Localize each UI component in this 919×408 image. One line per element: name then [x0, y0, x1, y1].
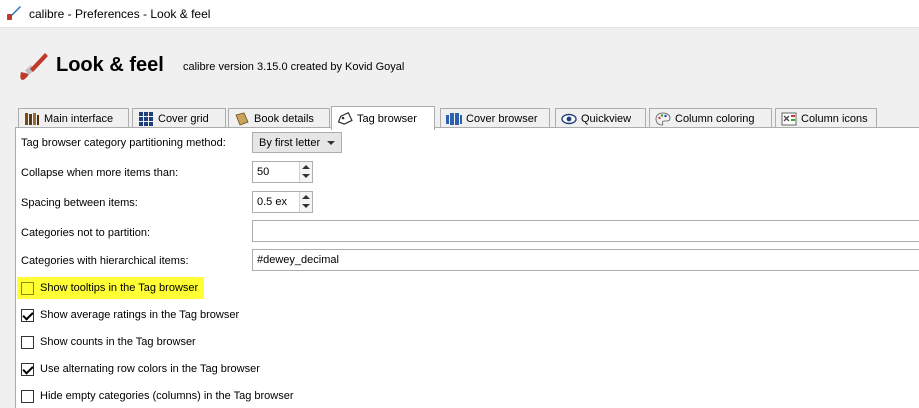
show-counts-checkbox[interactable]: Show counts in the Tag browser	[21, 333, 196, 351]
tab-label: Column icons	[801, 113, 868, 125]
checkbox-box[interactable]	[21, 335, 34, 349]
spacing-label: Spacing between items:	[21, 197, 138, 209]
window-titlebar: calibre - Preferences - Look & feel	[0, 0, 919, 28]
partition-method-label: Tag browser category partitioning method…	[21, 137, 226, 149]
checkbox-label: Show average ratings in the Tag browser	[40, 309, 240, 321]
tab-column-coloring[interactable]: Column coloring	[649, 108, 772, 129]
book-icon	[235, 112, 249, 126]
hide-empty-categories-checkbox[interactable]: Hide empty categories (columns) in the T…	[21, 387, 294, 405]
grid-icon	[139, 112, 153, 126]
checkbox-box[interactable]	[21, 362, 34, 376]
collapse-label: Collapse when more items than:	[21, 167, 179, 179]
eye-icon	[561, 113, 577, 125]
tab-column-icons[interactable]: Column icons	[775, 108, 877, 129]
checkbox-label: Show counts in the Tag browser	[40, 336, 196, 348]
window-title: calibre - Preferences - Look & feel	[29, 7, 211, 21]
tab-label: Column coloring	[675, 113, 755, 125]
hierarchical-input[interactable]: #dewey_decimal	[252, 249, 919, 271]
collapse-spinbox[interactable]: 50	[252, 161, 313, 183]
checkbox-box[interactable]	[21, 281, 34, 295]
checkbox-box[interactable]	[21, 389, 34, 403]
checkbox-box[interactable]	[21, 308, 34, 322]
hierarchical-label: Categories with hierarchical items:	[21, 255, 189, 267]
chevron-down-icon	[327, 141, 335, 145]
spin-down-icon[interactable]	[302, 204, 310, 208]
tab-main-interface[interactable]: Main interface	[18, 108, 129, 129]
calibre-app-icon	[7, 6, 21, 20]
palette-icon	[655, 112, 671, 126]
tab-quickview[interactable]: Quickview	[555, 108, 646, 129]
tab-cover-grid[interactable]: Cover grid	[132, 108, 226, 129]
tab-book-details[interactable]: Book details	[228, 108, 330, 129]
spacing-spinbox[interactable]: 0.5 ex	[252, 191, 313, 213]
spin-buttons[interactable]	[299, 162, 312, 182]
books-icon	[25, 113, 39, 125]
checkbox-label: Hide empty categories (columns) in the T…	[40, 390, 294, 402]
partition-method-select[interactable]: By first letter	[252, 132, 342, 153]
spin-up-icon[interactable]	[302, 195, 310, 199]
show-average-ratings-checkbox[interactable]: Show average ratings in the Tag browser	[21, 306, 239, 324]
hierarchical-value: #dewey_decimal	[257, 254, 339, 266]
spin-down-icon[interactable]	[302, 174, 310, 178]
look-and-feel-icon	[20, 53, 48, 80]
spin-up-icon[interactable]	[302, 165, 310, 169]
tab-label: Tag browser	[357, 112, 417, 125]
tab-label: Cover browser	[466, 113, 538, 125]
tab-tag-browser[interactable]: Tag browser	[331, 106, 435, 130]
column-icons-icon	[781, 112, 797, 126]
partition-method-value: By first letter	[259, 136, 321, 149]
checkbox-label: Use alternating row colors in the Tag br…	[40, 363, 260, 375]
tab-label: Quickview	[581, 113, 632, 125]
spacing-value: 0.5 ex	[257, 196, 287, 208]
tag-icon	[337, 111, 353, 125]
tab-cover-browser[interactable]: Cover browser	[440, 108, 550, 129]
page-title: Look & feel	[56, 54, 164, 76]
collapse-value: 50	[257, 166, 270, 178]
tab-label: Main interface	[44, 113, 114, 125]
not-partition-label: Categories not to partition:	[21, 227, 151, 239]
version-label: calibre version 3.15.0 created by Kovid …	[183, 61, 405, 73]
show-tooltips-checkbox[interactable]: Show tooltips in the Tag browser	[21, 279, 198, 297]
tab-label: Book details	[254, 113, 314, 125]
cover-browser-icon	[446, 113, 462, 125]
spin-buttons[interactable]	[299, 192, 312, 212]
tab-label: Cover grid	[158, 113, 209, 125]
tab-bar: Main interface Cover grid Book details T…	[18, 106, 919, 130]
not-partition-input[interactable]	[252, 220, 919, 242]
alternating-row-colors-checkbox[interactable]: Use alternating row colors in the Tag br…	[21, 360, 260, 378]
checkbox-label: Show tooltips in the Tag browser	[40, 282, 199, 294]
